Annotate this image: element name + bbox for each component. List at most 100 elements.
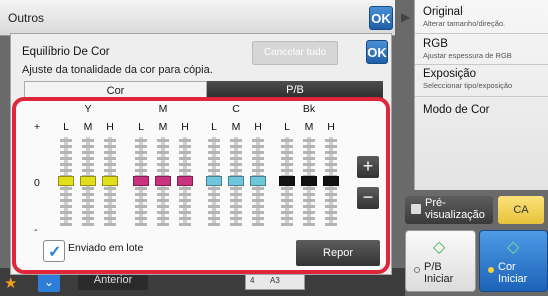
slider-tick <box>208 151 220 154</box>
cancel-all-button[interactable]: Cancelar tudo <box>252 41 338 65</box>
right-panel-item-title: Modo de Cor <box>423 104 490 116</box>
reset-button[interactable]: Repor <box>296 240 380 266</box>
slider-knob[interactable] <box>133 176 149 186</box>
batch-label: Enviado em lote <box>68 242 144 254</box>
star-icon[interactable]: ★ <box>4 274 24 292</box>
slider-tick <box>60 163 72 166</box>
dialog-subtitle: Ajuste da tonalidade da cor para cópia. <box>22 64 213 76</box>
slider-tick <box>230 169 242 172</box>
slider-knob[interactable] <box>155 176 171 186</box>
slider-group-label: M <box>158 103 168 115</box>
slider-tick <box>135 193 147 196</box>
right-panel-item-original[interactable]: Original Alterar tamanho/direção. <box>423 6 544 28</box>
slider-tick <box>179 163 191 166</box>
slider-tick <box>252 157 264 160</box>
slider-tick <box>135 139 147 142</box>
slider-tick <box>208 199 220 202</box>
slider-tick <box>252 163 264 166</box>
slider-tick <box>104 151 116 154</box>
slider-tick <box>179 205 191 208</box>
slider-tick <box>60 139 72 142</box>
slider-tick <box>325 199 337 202</box>
slider-tick <box>82 187 94 190</box>
slider-tick <box>104 211 116 214</box>
slider-knob[interactable] <box>80 176 96 186</box>
slider-knob[interactable] <box>58 176 74 186</box>
decrease-button[interactable]: − <box>357 187 379 209</box>
indicator-dot <box>414 267 420 273</box>
slider-tick <box>157 169 169 172</box>
right-panel-item-color-mode[interactable]: Modo de Cor <box>423 104 544 116</box>
slider-tick <box>157 205 169 208</box>
slider-tick <box>208 169 220 172</box>
slider-tick <box>157 193 169 196</box>
slider-column-label: M <box>304 121 314 133</box>
slider-tick <box>104 145 116 148</box>
slider-tick <box>82 139 94 142</box>
slider-tick <box>135 169 147 172</box>
slider-tick <box>157 187 169 190</box>
divider <box>415 96 548 97</box>
slider-knob[interactable] <box>177 176 193 186</box>
increase-button[interactable]: + <box>357 156 379 178</box>
slider-tick <box>135 223 147 226</box>
slider-tick <box>157 217 169 220</box>
slider-column-label: H <box>181 121 189 133</box>
slider-tick <box>60 205 72 208</box>
start-color-button[interactable]: ◇ Cor Iniciar <box>479 230 548 292</box>
slider-tick <box>281 163 293 166</box>
slider-column-label: M <box>158 121 168 133</box>
slider-tick <box>104 157 116 160</box>
slider-tick <box>104 193 116 196</box>
slider-tick <box>82 217 94 220</box>
preview-button[interactable]: Pré-visualização <box>405 196 493 224</box>
dialog-ok-button[interactable]: OK <box>366 40 388 64</box>
slider-column-label: H <box>106 121 114 133</box>
slider-tick <box>179 145 191 148</box>
slider-column-label: H <box>327 121 335 133</box>
slider-knob[interactable] <box>206 176 222 186</box>
slider-tick <box>104 223 116 226</box>
slider-tick <box>325 169 337 172</box>
slider-knob[interactable] <box>279 176 295 186</box>
slider-tick <box>252 169 264 172</box>
slider-tick <box>325 217 337 220</box>
slider-tick <box>281 139 293 142</box>
slider-tick <box>303 187 315 190</box>
ca-button[interactable]: CA <box>498 196 544 224</box>
slider-tick <box>208 139 220 142</box>
slider-tick <box>60 223 72 226</box>
right-panel-item-exposure[interactable]: Exposição Seleccionar tipo/exposição <box>423 68 544 90</box>
start-bw-button[interactable]: ◇ P/B Iniciar <box>405 230 476 292</box>
slider-tick <box>135 199 147 202</box>
slider-tick <box>179 157 191 160</box>
right-panel-item-rgb[interactable]: RGB Ajustar espessura de RGB <box>423 38 544 60</box>
panel-toggle-icon[interactable]: ▶ <box>401 10 411 26</box>
slider-tick <box>60 151 72 154</box>
status-count: 4 <box>250 276 255 285</box>
slider-tick <box>230 217 242 220</box>
slider-tick <box>303 199 315 202</box>
chevron-down-icon[interactable]: ⌄ <box>38 272 60 292</box>
batch-checkbox[interactable]: ✓ <box>43 240 65 262</box>
slider-tick <box>208 157 220 160</box>
start-bw-label: P/B Iniciar <box>424 261 454 285</box>
slider-tick <box>135 187 147 190</box>
slider-tick <box>281 223 293 226</box>
slider-tick <box>252 205 264 208</box>
slider-tick <box>281 193 293 196</box>
right-panel: Original Alterar tamanho/direção. RGB Aj… <box>414 0 548 190</box>
slider-column-label: L <box>284 121 290 133</box>
right-panel-item-title: RGB <box>423 38 448 50</box>
slider-tick <box>252 193 264 196</box>
slider-knob[interactable] <box>102 176 118 186</box>
slider-knob[interactable] <box>250 176 266 186</box>
background-ok-button[interactable]: OK <box>369 6 393 30</box>
start-icon: ◇ <box>433 239 446 256</box>
slider-knob[interactable] <box>301 176 317 186</box>
slider-tick <box>104 217 116 220</box>
slider-knob[interactable] <box>323 176 339 186</box>
slider-tick <box>60 211 72 214</box>
slider-knob[interactable] <box>228 176 244 186</box>
slider-tick <box>157 199 169 202</box>
